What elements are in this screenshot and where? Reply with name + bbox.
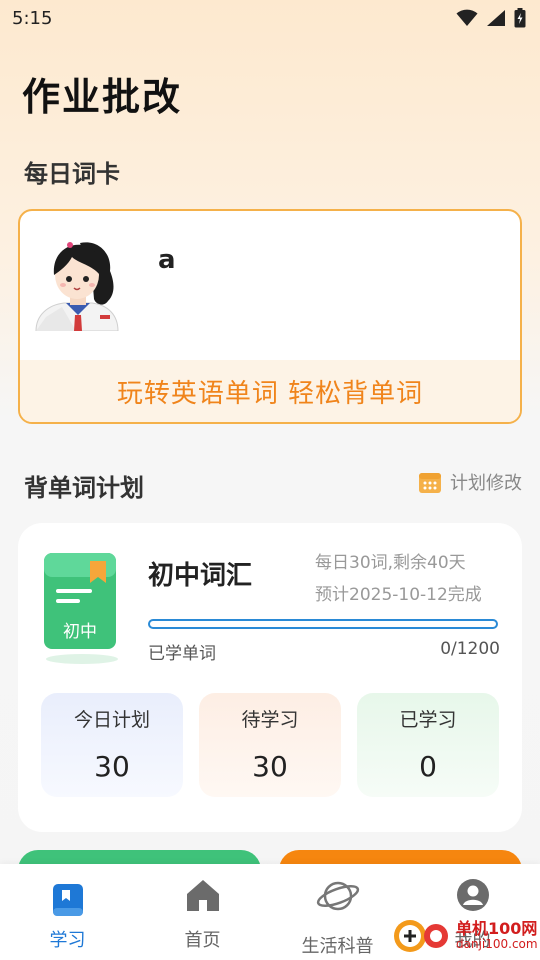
nav-item-study[interactable]: 学习 <box>0 864 135 960</box>
daily-word-card[interactable]: a 玩转英语单词 轻松背单词 <box>18 209 522 424</box>
watermark-text: 单机100网 <box>456 919 538 938</box>
daily-card-slogan: 玩转英语单词 轻松背单词 <box>20 360 520 422</box>
site-watermark: 单机100网 danji100.com <box>392 916 538 956</box>
wordbook-cover: 初中 <box>44 549 120 665</box>
wordbook-icon <box>44 553 118 664</box>
battery-icon <box>514 8 526 28</box>
page-title: 作业批改 <box>22 75 183 119</box>
stat-today-label: 今日计划 <box>73 709 150 731</box>
watermark-url: danji100.com <box>456 937 538 951</box>
stat-learned-value: 0 <box>419 750 437 783</box>
user-icon <box>456 879 489 911</box>
learning-progress-bar <box>148 619 498 629</box>
learned-words-label: 已学单词 <box>148 644 216 664</box>
signal-icon <box>487 10 505 26</box>
plan-edit-button[interactable]: 计划修改 <box>418 469 522 495</box>
calendar-icon <box>419 473 441 493</box>
stat-pending[interactable]: 待学习 30 <box>199 693 341 797</box>
stat-learned[interactable]: 已学习 0 <box>357 693 499 797</box>
learned-words-count: 0/1200 <box>440 639 500 659</box>
nav-label-science: 生活科普 <box>301 936 374 957</box>
wifi-icon <box>456 9 478 26</box>
nav-label-study: 学习 <box>49 930 86 951</box>
student-avatar-icon <box>35 242 119 331</box>
stat-today-value: 30 <box>94 750 130 783</box>
status-icons <box>456 8 526 28</box>
status-bar: 5:15 <box>0 0 540 36</box>
planet-icon <box>316 881 359 911</box>
daily-word: a <box>158 245 176 275</box>
daily-card-title: 每日词卡 <box>24 160 120 188</box>
book-icon <box>52 884 83 916</box>
plan-edit-label: 计划修改 <box>450 473 522 494</box>
plan-daily-info: 每日30词,剩余40天 <box>315 553 466 573</box>
stat-pending-label: 待学习 <box>241 709 299 731</box>
home-icon <box>186 880 219 911</box>
plan-eta-info: 预计2025-10-12完成 <box>315 585 482 605</box>
nav-label-home: 首页 <box>184 930 221 951</box>
watermark-logo-icon <box>394 920 448 952</box>
plan-meta: 每日30词,剩余40天 预计2025-10-12完成 <box>315 547 482 611</box>
status-time: 5:15 <box>12 7 53 29</box>
plan-name: 初中词汇 <box>148 561 253 591</box>
stat-pending-value: 30 <box>252 750 288 783</box>
plan-section-title: 背单词计划 <box>24 474 144 502</box>
nav-item-science[interactable]: 生活科普 <box>270 864 405 960</box>
stat-learned-label: 已学习 <box>399 709 457 731</box>
plan-card[interactable]: 初中 初中词汇 每日30词,剩余40天 预计2025-10-12完成 已学单词 … <box>18 523 522 832</box>
nav-item-home[interactable]: 首页 <box>135 864 270 960</box>
wordbook-label: 初中 <box>63 622 97 642</box>
stat-today-plan[interactable]: 今日计划 30 <box>41 693 183 797</box>
